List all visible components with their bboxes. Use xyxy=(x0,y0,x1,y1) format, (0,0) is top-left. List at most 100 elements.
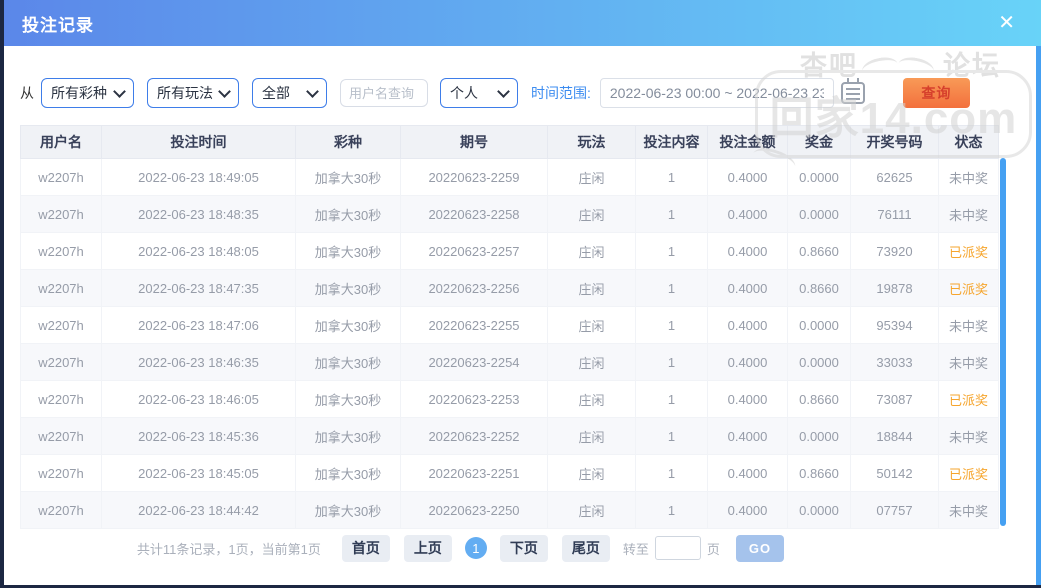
cell-lottery: 加拿大30秒 xyxy=(295,306,401,344)
cell-amount: 0.4000 xyxy=(707,232,788,270)
cell-status: 未中奖 xyxy=(938,195,999,233)
current-page-badge[interactable]: 1 xyxy=(464,537,487,559)
prev-page-button[interactable]: 上页 xyxy=(403,534,452,562)
username-input[interactable] xyxy=(340,79,428,107)
cell-play: 庄闲 xyxy=(547,343,636,381)
cell-play: 庄闲 xyxy=(547,380,636,418)
cell-prize: 0.0000 xyxy=(787,306,851,344)
cell-issue: 20220623-2252 xyxy=(400,417,548,455)
cell-draw-number: 73087 xyxy=(850,380,939,418)
cell-prize: 0.8660 xyxy=(787,380,851,418)
page-scrollbar[interactable] xyxy=(1036,46,1041,585)
cell-lottery: 加拿大30秒 xyxy=(295,195,401,233)
cell-username: w2207h xyxy=(20,195,102,233)
records-table: 用户名 投注时间 彩种 期号 玩法 投注内容 投注金额 奖金 开奖号码 状态 w2207h 2022… xyxy=(20,125,999,529)
chevron-down-icon xyxy=(306,84,319,98)
cell-content: 1 xyxy=(635,343,708,381)
cell-status: 未中奖 xyxy=(938,306,999,344)
page-unit-label: 页 xyxy=(706,541,720,557)
from-label: 从 xyxy=(20,85,34,101)
cell-lottery: 加拿大30秒 xyxy=(295,380,401,418)
cell-bet-time: 2022-06-23 18:44:42 xyxy=(101,491,296,529)
goto-page-input[interactable] xyxy=(654,536,701,560)
first-page-button[interactable]: 首页 xyxy=(341,534,390,562)
lottery-type-select[interactable]: 所有彩种 xyxy=(41,78,134,108)
cell-content: 1 xyxy=(635,195,708,233)
cell-bet-time: 2022-06-23 18:47:35 xyxy=(101,269,296,307)
cell-draw-number: 50142 xyxy=(850,454,939,492)
cell-status: 已派奖 xyxy=(938,232,999,270)
cell-play: 庄闲 xyxy=(547,454,636,492)
pagination-bar: 共计11条记录，1页，当前第1页 首页 上页 1 下页 尾页 转至 页 GO xyxy=(0,528,981,568)
cell-bet-time: 2022-06-23 18:45:05 xyxy=(101,454,296,492)
cell-status: 已派奖 xyxy=(938,454,999,492)
scope-select[interactable]: 全部 xyxy=(252,78,327,108)
cell-lottery: 加拿大30秒 xyxy=(295,417,401,455)
cell-bet-time: 2022-06-23 18:48:35 xyxy=(101,195,296,233)
cell-prize: 0.0000 xyxy=(787,158,851,196)
cell-play: 庄闲 xyxy=(547,491,636,529)
cell-issue: 20220623-2259 xyxy=(400,158,548,196)
table-row: w2207h 2022-06-23 18:45:36 加拿大30秒 20220623-… xyxy=(20,417,999,455)
cell-issue: 20220623-2258 xyxy=(400,195,548,233)
cell-draw-number: 76111 xyxy=(850,195,939,233)
cell-draw-number: 73920 xyxy=(850,232,939,270)
table-scrollbar[interactable] xyxy=(1000,158,1006,526)
cell-amount: 0.4000 xyxy=(707,491,788,529)
last-page-button[interactable]: 尾页 xyxy=(561,534,610,562)
search-button[interactable]: 查询 xyxy=(902,78,970,108)
cell-status: 未中奖 xyxy=(938,158,999,196)
cell-content: 1 xyxy=(635,417,708,455)
table-header-row: 用户名 投注时间 彩种 期号 玩法 投注内容 投注金额 奖金 开奖号码 状态 xyxy=(20,125,999,159)
table-row: w2207h 2022-06-23 18:49:05 加拿大30秒 20220623-… xyxy=(20,158,999,196)
cell-lottery: 加拿大30秒 xyxy=(295,232,401,270)
cell-prize: 0.8660 xyxy=(787,269,851,307)
column-header-status: 状态 xyxy=(938,125,999,159)
column-header-bet-time: 投注时间 xyxy=(101,125,296,159)
table-row: w2207h 2022-06-23 18:47:35 加拿大30秒 20220623-… xyxy=(20,269,999,307)
cell-play: 庄闲 xyxy=(547,417,636,455)
cell-issue: 20220623-2254 xyxy=(400,343,548,381)
calendar-icon[interactable] xyxy=(840,78,865,104)
cell-username: w2207h xyxy=(20,417,102,455)
cell-bet-time: 2022-06-23 18:46:05 xyxy=(101,380,296,418)
cell-content: 1 xyxy=(635,454,708,492)
betting-records-modal: 投注记录 ✕ 从 所有彩种 所有玩法 全部 个人 时间范围: 查询 xyxy=(0,0,1041,588)
go-button[interactable]: GO xyxy=(735,534,785,562)
next-page-button[interactable]: 下页 xyxy=(499,534,548,562)
time-range-input[interactable] xyxy=(599,78,834,108)
cell-issue: 20220623-2256 xyxy=(400,269,548,307)
person-select[interactable]: 个人 xyxy=(440,78,518,108)
modal-titlebar: 投注记录 ✕ xyxy=(4,0,1041,46)
cell-prize: 0.0000 xyxy=(787,343,851,381)
time-range-label: 时间范围: xyxy=(531,85,591,101)
lottery-type-value: 所有彩种 xyxy=(51,85,107,101)
play-type-select[interactable]: 所有玩法 xyxy=(147,78,239,108)
cell-draw-number: 19878 xyxy=(850,269,939,307)
cell-amount: 0.4000 xyxy=(707,417,788,455)
cell-play: 庄闲 xyxy=(547,306,636,344)
cell-prize: 0.8660 xyxy=(787,232,851,270)
modal-title: 投注记录 xyxy=(22,15,94,35)
cell-status: 已派奖 xyxy=(938,380,999,418)
filter-bar: 从 所有彩种 所有玩法 全部 个人 时间范围: 查询 xyxy=(20,77,970,109)
cell-status: 未中奖 xyxy=(938,343,999,381)
cell-lottery: 加拿大30秒 xyxy=(295,158,401,196)
cell-issue: 20220623-2250 xyxy=(400,491,548,529)
goto-label: 转至 xyxy=(622,541,649,557)
cell-amount: 0.4000 xyxy=(707,454,788,492)
cell-prize: 0.8660 xyxy=(787,454,851,492)
cell-play: 庄闲 xyxy=(547,158,636,196)
cell-username: w2207h xyxy=(20,343,102,381)
table-row: w2207h 2022-06-23 18:46:35 加拿大30秒 20220623-… xyxy=(20,343,999,381)
cell-username: w2207h xyxy=(20,269,102,307)
close-icon[interactable]: ✕ xyxy=(998,13,1015,33)
table-body: w2207h 2022-06-23 18:49:05 加拿大30秒 20220623-… xyxy=(20,158,999,529)
cell-username: w2207h xyxy=(20,158,102,196)
table-row: w2207h 2022-06-23 18:46:05 加拿大30秒 20220623-… xyxy=(20,380,999,418)
cell-amount: 0.4000 xyxy=(707,380,788,418)
cell-draw-number: 95394 xyxy=(850,306,939,344)
cell-amount: 0.4000 xyxy=(707,269,788,307)
play-type-value: 所有玩法 xyxy=(157,85,213,101)
cell-play: 庄闲 xyxy=(547,195,636,233)
